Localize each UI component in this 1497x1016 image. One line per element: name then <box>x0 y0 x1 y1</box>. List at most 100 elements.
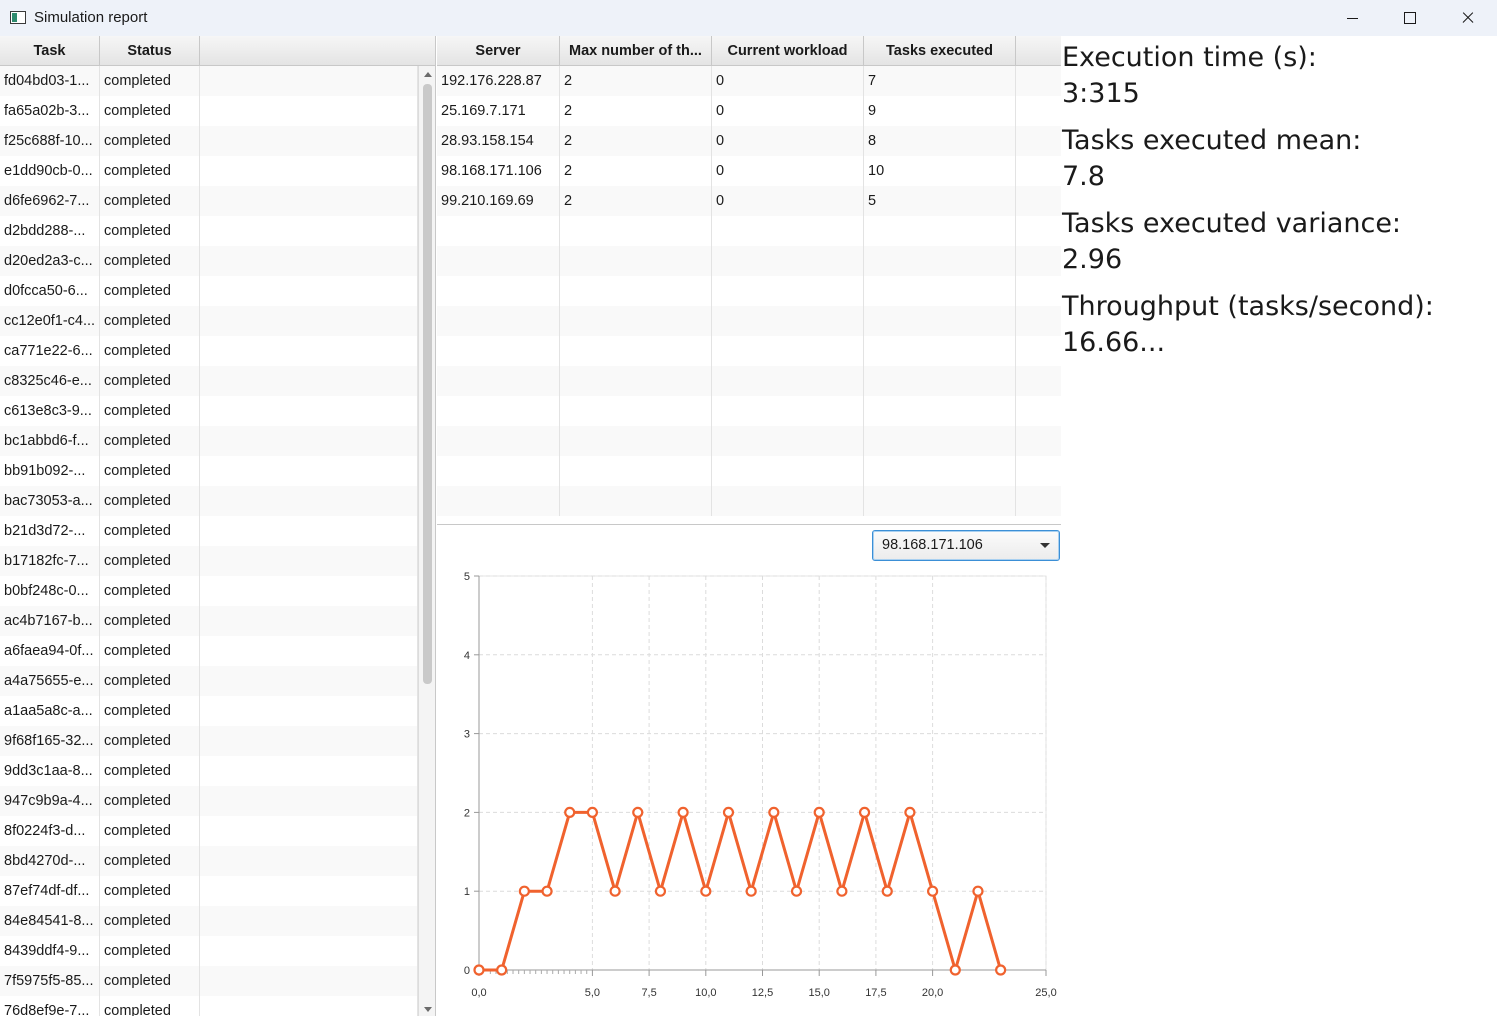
table-row[interactable]: 9f68f165-32... completed <box>0 726 435 756</box>
data-point <box>813 806 825 818</box>
task-status-cell: completed <box>100 666 200 696</box>
close-icon[interactable] <box>1439 0 1497 36</box>
table-row[interactable]: b21d3d72-... completed <box>0 516 435 546</box>
task-table-scrollbar[interactable] <box>418 66 435 1016</box>
data-point <box>564 806 576 818</box>
table-row[interactable]: b0bf248c-0... completed <box>0 576 435 606</box>
table-row[interactable]: ca771e22-6... completed <box>0 336 435 366</box>
table-row[interactable]: b17182fc-7... completed <box>0 546 435 576</box>
table-row[interactable]: bb91b092-... completed <box>0 456 435 486</box>
x-axis-tick-label: 0,0 <box>471 987 486 999</box>
table-row[interactable]: 9dd3c1aa-8... completed <box>0 756 435 786</box>
table-row[interactable]: e1dd90cb-0... completed <box>0 156 435 186</box>
table-row[interactable]: a6faea94-0f... completed <box>0 636 435 666</box>
table-row[interactable]: bc1abbd6-f... completed <box>0 426 435 456</box>
tasks-executed-cell <box>864 366 1016 396</box>
table-cell-filler <box>200 516 418 546</box>
max-threads-cell: 2 <box>560 156 712 186</box>
empty-table-row <box>437 306 1061 336</box>
task-id-cell: b21d3d72-... <box>0 516 100 546</box>
y-axis-tick-label: 4 <box>464 650 470 662</box>
scroll-up-icon[interactable] <box>424 72 432 77</box>
table-row[interactable]: a1aa5a8c-a... completed <box>0 696 435 726</box>
column-header-server[interactable]: Server <box>437 36 560 66</box>
empty-table-row <box>437 366 1061 396</box>
server-select[interactable]: 98.168.171.106 <box>872 530 1060 561</box>
table-row[interactable]: ac4b7167-b... completed <box>0 606 435 636</box>
data-point <box>586 806 598 818</box>
table-cell-filler <box>200 636 418 666</box>
task-status-cell: completed <box>100 786 200 816</box>
column-header-max-threads[interactable]: Max number of th... <box>560 36 712 66</box>
table-cell-filler <box>200 66 418 96</box>
column-header-tasks-executed[interactable]: Tasks executed <box>864 36 1016 66</box>
table-row[interactable]: 947c9b9a-4... completed <box>0 786 435 816</box>
task-status-cell: completed <box>100 696 200 726</box>
server-address-cell <box>437 486 560 516</box>
task-status-cell: completed <box>100 276 200 306</box>
table-row[interactable]: 7f5975f5-85... completed <box>0 966 435 996</box>
table-row[interactable]: c8325c46-e... completed <box>0 366 435 396</box>
table-row[interactable]: a4a75655-e... completed <box>0 666 435 696</box>
minimize-icon[interactable] <box>1323 0 1381 36</box>
task-status-cell: completed <box>100 996 200 1016</box>
table-row[interactable]: fd04bd03-1... completed <box>0 66 435 96</box>
server-address-cell <box>437 396 560 426</box>
table-row[interactable]: 25.169.7.171 2 0 9 <box>437 96 1061 126</box>
table-row[interactable]: c613e8c3-9... completed <box>0 396 435 426</box>
table-row[interactable]: 87ef74df-df... completed <box>0 876 435 906</box>
max-threads-cell: 2 <box>560 126 712 156</box>
empty-table-row <box>437 216 1061 246</box>
scrollbar-thumb[interactable] <box>423 84 432 684</box>
tasks-executed-cell <box>864 396 1016 426</box>
table-cell-filler <box>200 936 418 966</box>
table-row[interactable]: 8f0224f3-d... completed <box>0 816 435 846</box>
task-status-cell: completed <box>100 396 200 426</box>
table-row[interactable]: 8439ddf4-9... completed <box>0 936 435 966</box>
table-row[interactable]: d6fe6962-7... completed <box>0 186 435 216</box>
server-address-cell: 192.176.228.87 <box>437 66 560 96</box>
table-row[interactable]: 98.168.171.106 2 0 10 <box>437 156 1061 186</box>
task-id-cell: fa65a02b-3... <box>0 96 100 126</box>
task-status-cell: completed <box>100 516 200 546</box>
data-point <box>949 964 961 976</box>
scroll-down-icon[interactable] <box>424 1007 432 1012</box>
table-row[interactable]: d20ed2a3-c... completed <box>0 246 435 276</box>
table-row[interactable]: 192.176.228.87 2 0 7 <box>437 66 1061 96</box>
table-row[interactable]: 84e84541-8... completed <box>0 906 435 936</box>
y-axis-tick-label: 0 <box>464 965 470 977</box>
task-status-cell: completed <box>100 246 200 276</box>
server-table-header: Server Max number of th... Current workl… <box>437 36 1061 66</box>
y-axis-tick-label: 1 <box>464 886 470 898</box>
table-row[interactable]: 99.210.169.69 2 0 5 <box>437 186 1061 216</box>
table-cell-filler <box>200 336 418 366</box>
table-cell-filler <box>200 486 418 516</box>
table-row[interactable]: d0fcca50-6... completed <box>0 276 435 306</box>
task-status-cell: completed <box>100 546 200 576</box>
column-header-status[interactable]: Status <box>100 36 200 66</box>
table-row[interactable]: d2bdd288-... completed <box>0 216 435 246</box>
table-row[interactable]: fa65a02b-3... completed <box>0 96 435 126</box>
table-cell-filler <box>200 216 418 246</box>
tasks-mean-value: 7.8 <box>1062 161 1105 192</box>
server-address-cell <box>437 426 560 456</box>
task-status-cell: completed <box>100 306 200 336</box>
table-row[interactable]: 28.93.158.154 2 0 8 <box>437 126 1061 156</box>
tasks-executed-cell <box>864 486 1016 516</box>
table-row[interactable]: f25c688f-10... completed <box>0 126 435 156</box>
column-header-task[interactable]: Task <box>0 36 100 66</box>
server-address-cell: 99.210.169.69 <box>437 186 560 216</box>
table-row[interactable]: 8bd4270d-... completed <box>0 846 435 876</box>
table-row[interactable]: bac73053-a... completed <box>0 486 435 516</box>
table-cell-filler <box>200 156 418 186</box>
tasks-executed-cell <box>864 246 1016 276</box>
task-id-cell: 8439ddf4-9... <box>0 936 100 966</box>
max-threads-cell <box>560 396 712 426</box>
table-row[interactable]: cc12e0f1-c4... completed <box>0 306 435 336</box>
table-row[interactable]: 76d8ef9e-7... completed <box>0 996 435 1016</box>
column-header-current-workload[interactable]: Current workload <box>712 36 864 66</box>
task-id-cell: 8f0224f3-d... <box>0 816 100 846</box>
data-point <box>745 885 757 897</box>
maximize-icon[interactable] <box>1381 0 1439 36</box>
current-workload-cell: 0 <box>712 66 864 96</box>
